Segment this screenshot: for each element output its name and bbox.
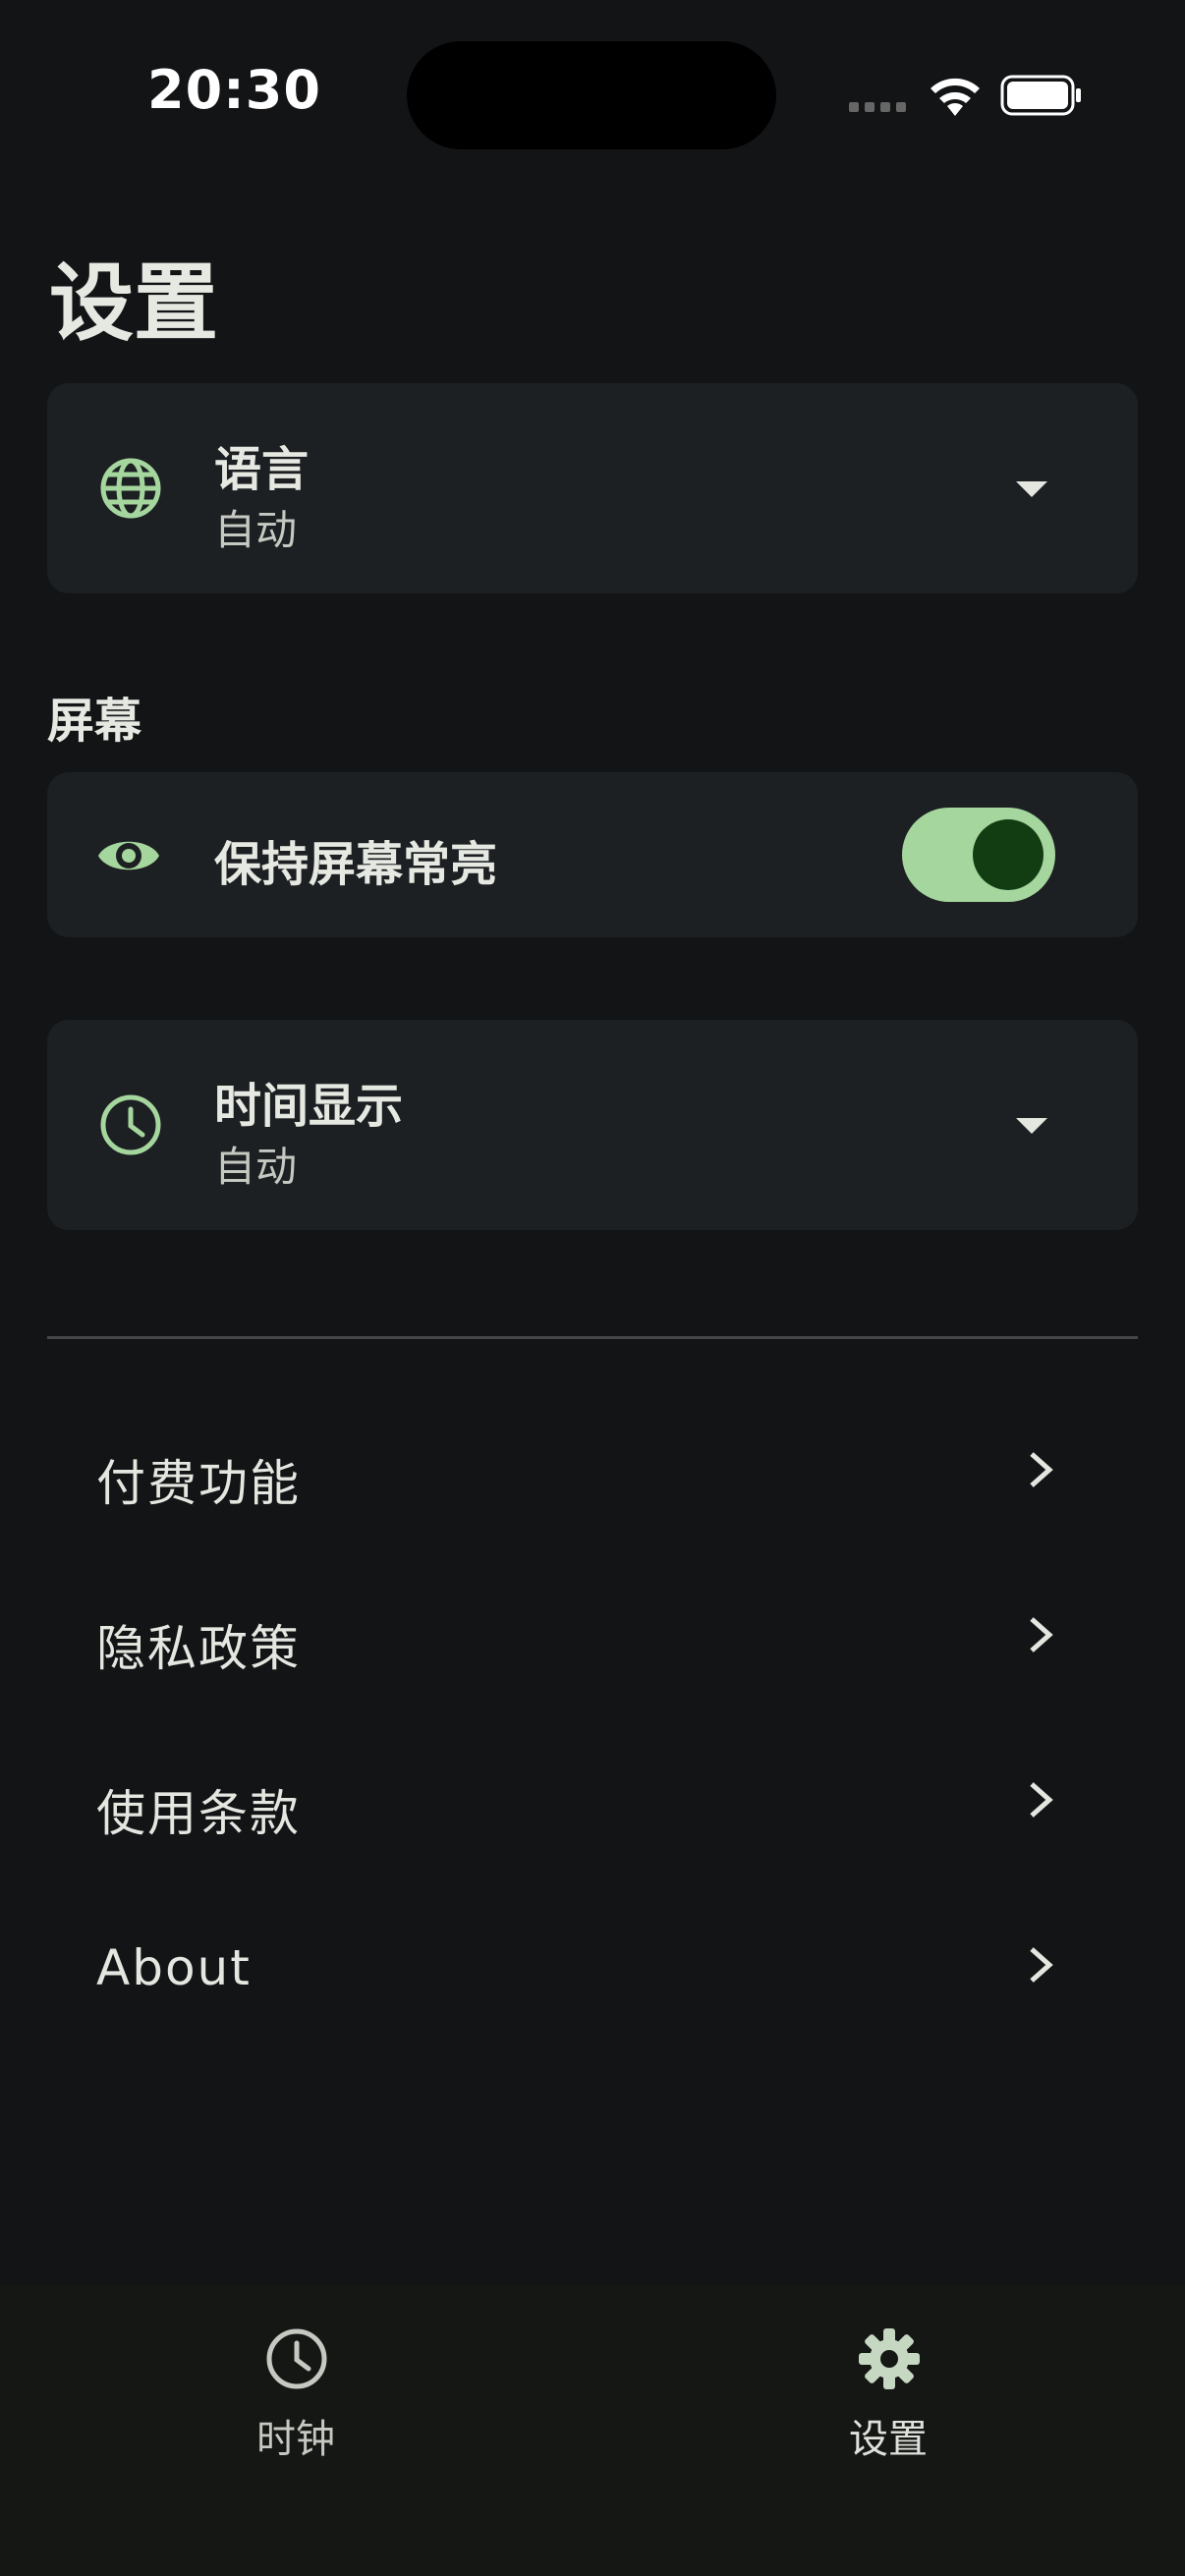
divider [47,1336,1138,1339]
menu-item-about[interactable]: About [47,1890,1138,2038]
wifi-icon [931,78,980,116]
battery-icon [1000,75,1081,116]
menu-item-label: About [96,1939,252,1996]
page-title: 设置 [49,254,218,353]
chevron-right-icon [1030,1782,1053,1818]
clock-icon [266,2328,327,2389]
language-setting[interactable]: 语言 自动 [47,383,1138,593]
dynamic-island [407,41,776,149]
menu-item-premium[interactable]: 付费功能 [47,1395,1138,1542]
nav-item-settings[interactable]: 设置 [741,2285,1036,2482]
dropdown-arrow-icon[interactable] [1016,481,1047,497]
gear-icon [859,2328,920,2389]
globe-icon [100,458,161,519]
time-display-label: 时间显示 [214,1079,404,1134]
cellular-signal-icon [849,102,908,116]
chevron-right-icon [1030,1617,1053,1652]
menu-item-terms[interactable]: 使用条款 [47,1725,1138,1873]
chevron-right-icon [1030,1947,1053,1983]
menu-item-label: 使用条款 [96,1785,301,1842]
bottom-navigation: 时钟 设置 [0,2285,1185,2576]
status-time: 20:30 [147,59,321,121]
nav-label-clock: 时钟 [256,2417,335,2462]
keep-screen-on-label: 保持屏幕常亮 [214,837,498,892]
nav-label-settings: 设置 [849,2417,928,2462]
time-display-value: 自动 [214,1143,298,1191]
language-label: 语言 [214,442,310,497]
menu-item-privacy-policy[interactable]: 隐私政策 [47,1560,1138,1708]
nav-item-clock[interactable]: 时钟 [148,2285,443,2482]
menu-item-label: 隐私政策 [96,1620,301,1677]
toggle-knob [973,819,1044,890]
eye-icon [98,841,159,870]
clock-icon [100,1094,161,1155]
chevron-right-icon [1030,1452,1053,1487]
language-value: 自动 [214,506,298,554]
menu-item-label: 付费功能 [96,1455,301,1512]
section-title-screen: 屏幕 [47,694,142,749]
dropdown-arrow-icon[interactable] [1016,1118,1047,1134]
keep-screen-on-toggle[interactable] [902,808,1055,902]
time-display-setting[interactable]: 时间显示 自动 [47,1020,1138,1230]
